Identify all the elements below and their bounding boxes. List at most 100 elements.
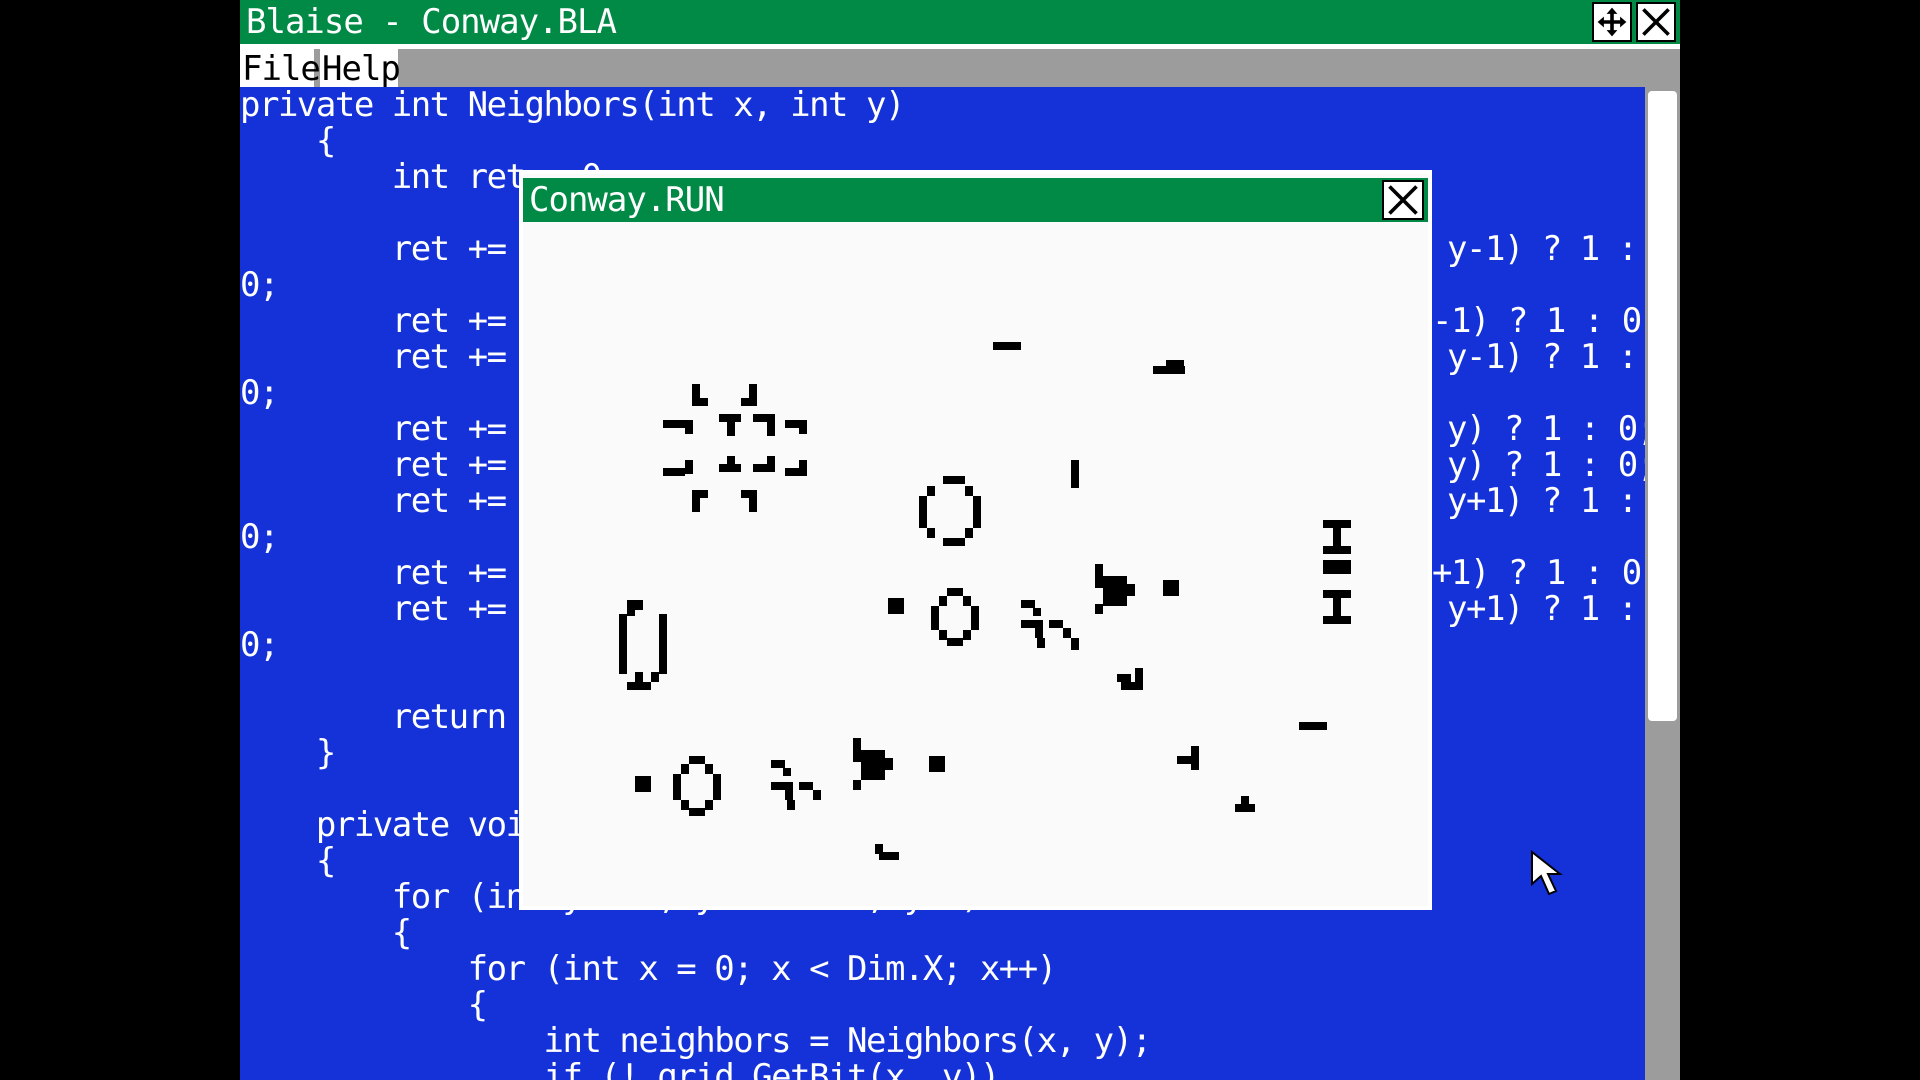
code-line: 0;	[240, 265, 279, 305]
live-cell	[713, 774, 721, 800]
live-cell	[783, 768, 791, 776]
live-cell	[1071, 460, 1079, 488]
code-line: ret +=	[240, 409, 525, 449]
live-cell	[1095, 604, 1103, 614]
live-cell	[1049, 620, 1063, 628]
live-cell	[885, 758, 893, 770]
live-cell	[1163, 580, 1179, 596]
code-line: ret +=	[240, 445, 525, 485]
close-icon[interactable]	[1636, 2, 1676, 42]
code-line-tail: y-1) ? 1 :	[1447, 229, 1638, 269]
live-cell	[635, 600, 643, 610]
live-cell	[692, 384, 700, 406]
live-cell	[689, 756, 705, 764]
window-title: Blaise - Conway.BLA	[246, 2, 617, 42]
live-cell	[965, 486, 973, 496]
live-cell	[627, 600, 635, 616]
live-cell	[692, 490, 700, 512]
live-cell	[785, 790, 793, 800]
life-grid	[523, 224, 1428, 906]
live-cell	[681, 764, 689, 774]
live-cell	[700, 490, 708, 498]
code-line-tail: -1) ? 1 : 0;	[1432, 301, 1645, 341]
live-cell	[771, 782, 793, 790]
live-cell	[943, 538, 965, 546]
code-line: return r	[240, 697, 545, 737]
code-line-tail: y-1) ? 1 :	[1447, 337, 1638, 377]
live-cell	[689, 808, 705, 816]
live-cell	[741, 398, 749, 406]
live-cell	[1127, 584, 1135, 596]
live-cell	[663, 468, 685, 476]
live-cell	[705, 764, 713, 774]
live-cell	[1333, 598, 1341, 618]
live-cell	[1299, 722, 1327, 730]
live-cell	[727, 456, 735, 470]
live-cell	[931, 606, 939, 630]
code-line-tail: y+1) ? 1 :	[1447, 481, 1638, 521]
code-line: for (int x = 0; x < Dim.X; x++)	[240, 949, 1058, 989]
live-cell	[943, 476, 965, 484]
live-cell	[939, 630, 947, 640]
live-cell	[1117, 674, 1131, 682]
live-cell	[1033, 608, 1041, 616]
run-titlebar[interactable]: Conway.RUN	[523, 178, 1428, 222]
live-cell	[1063, 628, 1071, 638]
run-window-title: Conway.RUN	[529, 180, 725, 220]
live-cell	[619, 614, 627, 674]
code-line: private voi	[240, 805, 526, 845]
code-line: ret +=	[240, 229, 525, 269]
code-line-tail: +1) ? 1 : 0;	[1432, 553, 1645, 593]
scrollbar-thumb[interactable]	[1648, 91, 1677, 721]
live-cell	[1121, 682, 1143, 690]
live-cell	[685, 460, 693, 474]
live-cell	[659, 614, 667, 674]
code-line: 0;	[240, 517, 279, 557]
live-cell	[1071, 638, 1079, 650]
live-cell	[927, 486, 935, 496]
main-titlebar[interactable]: Blaise - Conway.BLA	[240, 0, 1680, 44]
live-cell	[853, 780, 861, 790]
live-cell	[963, 630, 971, 640]
code-line: {	[240, 985, 488, 1025]
live-cell	[627, 682, 651, 690]
live-cell	[753, 414, 775, 422]
live-cell	[1333, 528, 1341, 548]
code-line: if (!_grid.GetBit(x, y))	[240, 1057, 1001, 1080]
life-grid-canvas[interactable]	[523, 224, 1428, 906]
live-cell	[888, 598, 904, 614]
live-cell	[799, 782, 813, 790]
move-icon[interactable]	[1592, 2, 1632, 42]
live-cell	[1135, 668, 1143, 682]
live-cell	[767, 422, 775, 436]
live-cell	[799, 420, 807, 434]
live-cell	[1323, 616, 1351, 624]
live-cell	[973, 496, 981, 528]
code-line: 0;	[240, 625, 279, 665]
live-cell	[799, 460, 807, 474]
menu-file[interactable]: File	[240, 49, 321, 89]
live-cell	[939, 596, 947, 606]
live-cell	[727, 422, 735, 436]
live-cell	[663, 420, 685, 428]
live-cell	[1021, 620, 1043, 628]
code-line: }	[240, 733, 336, 773]
live-cell	[965, 528, 973, 538]
live-cell	[1241, 796, 1249, 806]
live-cell	[1103, 576, 1127, 606]
live-cell	[813, 790, 821, 800]
live-cell	[771, 760, 785, 768]
live-cell	[1035, 628, 1043, 638]
code-line: {	[240, 913, 412, 953]
live-cell	[875, 844, 883, 854]
editor-scrollbar[interactable]	[1645, 87, 1680, 1080]
live-cell	[787, 800, 795, 810]
mouse-pointer-icon	[1530, 849, 1574, 900]
menu-help[interactable]: Help	[320, 49, 401, 89]
live-cell	[749, 490, 757, 512]
live-cell	[705, 800, 713, 810]
live-cell	[741, 490, 749, 498]
live-cell	[1323, 520, 1351, 528]
close-icon[interactable]	[1382, 180, 1424, 220]
live-cell	[993, 342, 1021, 350]
